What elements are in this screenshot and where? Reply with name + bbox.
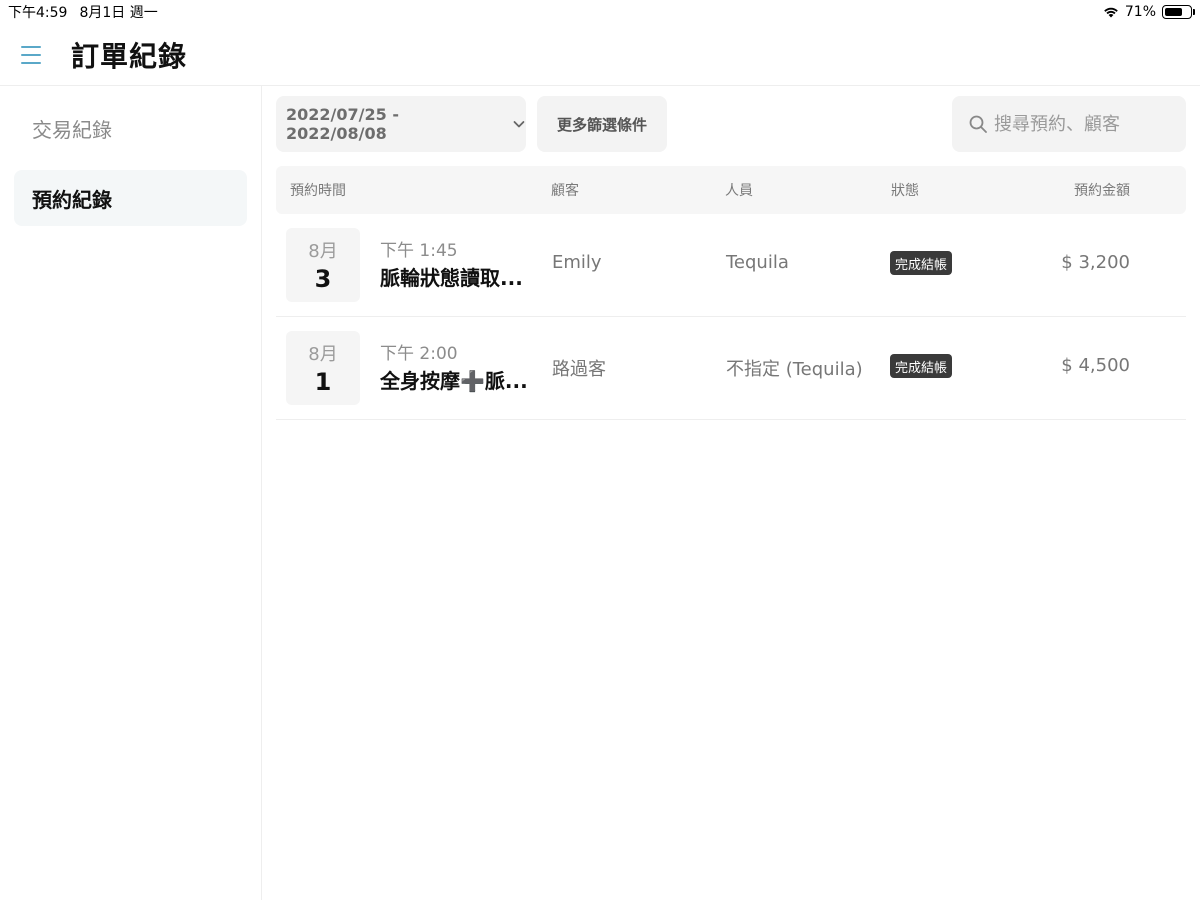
search-input[interactable] — [994, 113, 1174, 135]
sidebar-item-label: 預約紀錄 — [32, 187, 112, 212]
column-header-status[interactable]: 狀態 — [891, 180, 919, 200]
table-row[interactable]: 8月 1 下午 2:00 全身按摩➕脈... 路過客 不指定 (Tequila)… — [276, 317, 1186, 420]
booking-time: 下午 2:00 — [380, 344, 458, 364]
booking-staff: 不指定 (Tequila) — [726, 359, 863, 380]
date-day: 1 — [314, 368, 332, 396]
battery-icon — [1162, 5, 1195, 19]
booking-time: 下午 1:45 — [380, 241, 458, 261]
table-row[interactable]: 8月 3 下午 1:45 脈輪狀態讀取... Emily Tequila 完成結… — [276, 214, 1186, 317]
more-filters-button[interactable]: 更多篩選條件 — [537, 96, 667, 152]
battery-percent: 71% — [1124, 4, 1156, 20]
date-tile: 8月 3 — [286, 228, 360, 302]
booking-amount: $ 4,500 — [1061, 355, 1130, 376]
wifi-icon — [1104, 7, 1118, 18]
status-left: 下午4:59 8月1日 週一 — [8, 2, 158, 22]
column-header-staff[interactable]: 人員 — [725, 180, 753, 200]
booking-service: 全身按摩➕脈... — [380, 369, 528, 393]
app-header: 訂單紀錄 — [0, 24, 1200, 86]
booking-service: 脈輪狀態讀取... — [380, 266, 523, 290]
sidebar-item-transactions[interactable]: 交易紀錄 — [14, 100, 247, 156]
column-header-customer[interactable]: 顧客 — [551, 180, 579, 200]
date-range-picker[interactable]: 2022/07/25 - 2022/08/08 — [276, 96, 526, 152]
date-month: 8月 — [308, 344, 338, 365]
date-month: 8月 — [308, 241, 338, 262]
booking-customer: 路過客 — [552, 359, 606, 380]
status-badge: 完成結帳 — [890, 354, 953, 378]
chevron-down-icon — [513, 121, 525, 128]
sidebar-item-label: 交易紀錄 — [32, 117, 112, 142]
date-day: 3 — [314, 265, 332, 293]
table-header: 預約時間 顧客 人員 狀態 預約金額 — [276, 166, 1186, 214]
sidebar: 交易紀錄 預約紀錄 — [0, 86, 262, 900]
sidebar-item-bookings[interactable]: 預約紀錄 — [14, 170, 247, 226]
date-tile: 8月 1 — [286, 331, 360, 405]
status-time: 下午4:59 — [8, 5, 68, 21]
status-badge: 完成結帳 — [890, 251, 953, 275]
battery-fill — [1165, 8, 1183, 16]
column-header-time[interactable]: 預約時間 — [290, 180, 346, 200]
status-bar: 下午4:59 8月1日 週一 71% — [0, 0, 1200, 24]
date-range-text: 2022/07/25 - 2022/08/08 — [286, 105, 399, 143]
main-content: 2022/07/25 - 2022/08/08 更多篩選條件 預約時間 顧客 人… — [276, 96, 1186, 420]
page-title: 訂單紀錄 — [71, 39, 188, 73]
search-box[interactable] — [952, 96, 1186, 152]
booking-amount: $ 3,200 — [1061, 252, 1130, 273]
status-right: 71% — [1103, 4, 1195, 20]
booking-customer: Emily — [552, 252, 602, 273]
toolbar: 2022/07/25 - 2022/08/08 更多篩選條件 — [276, 96, 1186, 152]
column-header-amount[interactable]: 預約金額 — [1074, 180, 1130, 200]
booking-staff: Tequila — [726, 252, 789, 273]
search-icon — [969, 115, 987, 133]
menu-icon[interactable] — [21, 45, 41, 64]
status-date: 8月1日 週一 — [79, 5, 158, 21]
